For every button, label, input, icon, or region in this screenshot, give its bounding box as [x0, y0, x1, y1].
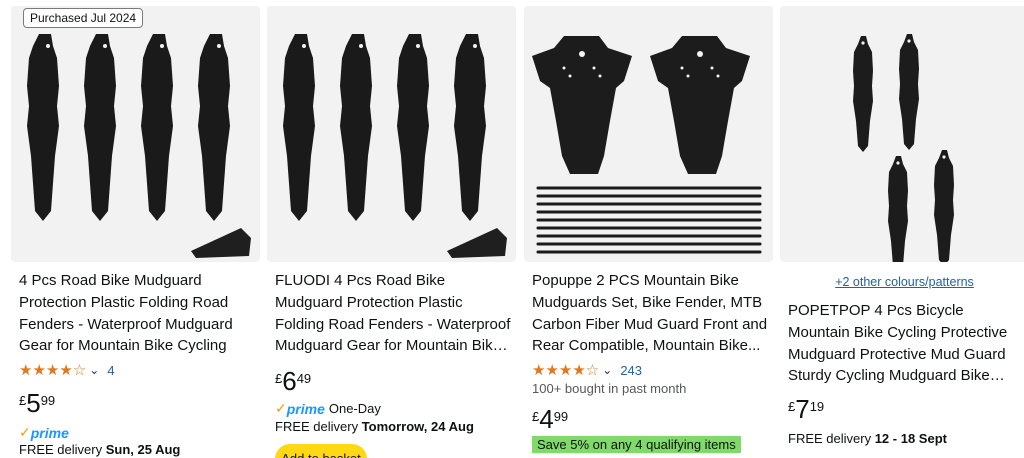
mudguard-set-image	[27, 34, 251, 258]
delivery-info: FREE delivery Tomorrow, 24 Aug	[275, 419, 474, 434]
delivery-prefix: FREE delivery	[275, 419, 359, 434]
price-whole: 6	[282, 366, 297, 396]
product-image-3[interactable]	[524, 6, 773, 262]
mtb-mudguard-set-image	[532, 36, 762, 254]
price-fraction: 19	[809, 399, 825, 414]
price-whole: 5	[26, 388, 41, 418]
product-title[interactable]: POPETPOP 4 Pcs Bicycle Mountain Bike Cyc…	[788, 300, 1024, 387]
chevron-down-icon[interactable]: ⌄	[89, 363, 99, 377]
delivery-prefix: FREE delivery	[788, 431, 872, 446]
delivery-date: 12 - 18 Sept	[874, 431, 947, 446]
price: £ 5 99	[19, 389, 55, 417]
delivery-date: Sun, 25 Aug	[105, 442, 181, 457]
price-whole: 7	[795, 394, 810, 424]
rating[interactable]: ★★★★☆ ⌄ 243	[532, 361, 642, 379]
prime-badge: ✓ prime One-Day	[275, 400, 381, 417]
price-symbol: £	[532, 409, 540, 424]
delivery-date: Tomorrow, 24 Aug	[361, 419, 474, 434]
add-to-basket-button[interactable]: Add to basket	[275, 444, 367, 458]
delivery-info: FREE delivery Sun, 25 Aug	[19, 442, 180, 457]
product-title[interactable]: 4 Pcs Road Bike Mudguard Protection Plas…	[19, 270, 255, 357]
price: £ 4 99	[532, 405, 568, 433]
product-image-4[interactable]	[780, 6, 1024, 262]
price-symbol: £	[19, 393, 27, 408]
star-rating-icon: ★★★★☆	[19, 362, 87, 379]
prime-one-day: One-Day	[328, 401, 381, 416]
price: £ 6 49	[275, 367, 311, 395]
purchased-badge: Purchased Jul 2024	[23, 8, 144, 28]
product-card-2[interactable]: FLUODI 4 Pcs Road Bike Mudguard Protecti…	[267, 0, 516, 458]
product-image-2[interactable]	[267, 6, 516, 262]
prime-badge: ✓ prime	[19, 424, 73, 441]
rating[interactable]: ★★★★☆ ⌄ 4	[19, 361, 115, 379]
product-card-1[interactable]: Purchased Jul 2024 4 Pcs Road Bike Mudgu…	[11, 0, 260, 458]
delivery-info: FREE delivery 12 - 18 Sept	[788, 431, 947, 446]
price-whole: 4	[539, 404, 554, 434]
check-icon: ✓	[19, 424, 31, 440]
rating-count[interactable]: 4	[107, 363, 114, 378]
price-symbol: £	[788, 399, 796, 414]
product-title[interactable]: FLUODI 4 Pcs Road Bike Mudguard Protecti…	[275, 270, 511, 357]
price-fraction: 49	[296, 371, 312, 386]
rating-count[interactable]: 243	[620, 363, 642, 378]
promo-badge[interactable]: Save 5% on any 4 qualifying items	[532, 436, 741, 453]
star-rating-icon: ★★★★☆	[532, 362, 600, 379]
price-fraction: 99	[40, 393, 56, 408]
chevron-down-icon[interactable]: ⌄	[602, 363, 612, 377]
check-icon: ✓	[275, 400, 287, 416]
other-colours-link[interactable]: +2 other colours/patterns	[780, 275, 1024, 289]
prime-logo: prime	[30, 424, 69, 441]
mudguard-set-image	[853, 34, 954, 262]
product-card-3[interactable]: Popuppe 2 PCS Mountain Bike Mudguards Se…	[524, 0, 773, 458]
price: £ 7 19	[788, 395, 824, 423]
bought-in-past-month: 100+ bought in past month	[532, 381, 687, 396]
product-image-1[interactable]	[11, 6, 260, 262]
product-card-4[interactable]: +2 other colours/patterns POPETPOP 4 Pcs…	[780, 0, 1024, 458]
price-symbol: £	[275, 371, 283, 386]
prime-logo: prime	[286, 400, 325, 417]
mudguard-set-image	[283, 34, 507, 258]
product-title[interactable]: Popuppe 2 PCS Mountain Bike Mudguards Se…	[532, 270, 768, 357]
delivery-prefix: FREE delivery	[19, 442, 103, 457]
price-fraction: 99	[553, 409, 569, 424]
